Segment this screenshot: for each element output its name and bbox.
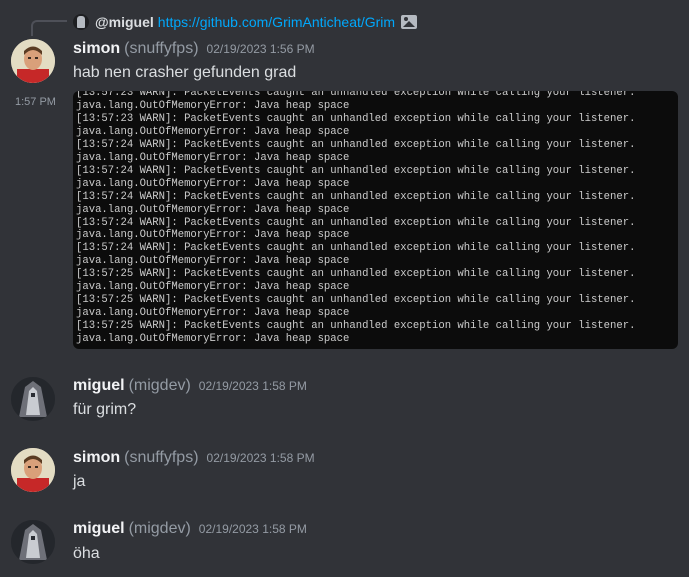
console-log: [13:57:23 WARN]: PacketEvents caught an … xyxy=(76,91,635,346)
author-name[interactable]: miguel xyxy=(73,520,125,538)
author-name[interactable]: miguel xyxy=(73,377,125,395)
reply-author[interactable]: @miguel xyxy=(95,14,154,30)
message-text: öha xyxy=(73,545,100,562)
console-line: [13:57:23 WARN]: PacketEvents caught an … xyxy=(76,91,636,99)
author-handle: (snuffyfps) xyxy=(124,40,199,57)
message-timestamp[interactable]: 02/19/2023 1:58 PM xyxy=(199,522,307,536)
console-line: java.lang.OutOfMemoryError: Java heap sp… xyxy=(76,151,350,164)
console-line: java.lang.OutOfMemoryError: Java heap sp… xyxy=(76,255,350,268)
console-line: [13:57:24 WARN]: PacketEvents caught an … xyxy=(76,138,636,151)
console-line: [13:57:24 WARN]: PacketEvents caught an … xyxy=(76,164,636,177)
avatar-simon-image xyxy=(11,39,55,83)
message-header: miguel (migdev) 02/19/2023 1:58 PM xyxy=(73,520,307,542)
console-line: [13:57:23 WARN]: PacketEvents caught an … xyxy=(76,112,636,125)
avatar-simon[interactable] xyxy=(11,39,55,83)
console-line: java.lang.OutOfMemoryError: Java heap sp… xyxy=(76,99,350,112)
reply-avatar[interactable] xyxy=(73,14,89,30)
console-screenshot-attachment[interactable]: [13:57:23 WARN]: PacketEvents caught an … xyxy=(73,91,678,349)
avatar-simon[interactable] xyxy=(11,448,55,492)
console-line: java.lang.OutOfMemoryError: Java heap sp… xyxy=(76,203,350,216)
image-icon xyxy=(401,15,418,29)
message-timestamp[interactable]: 02/19/2023 1:56 PM xyxy=(207,42,315,56)
console-line: java.lang.OutOfMemoryError: Java heap sp… xyxy=(76,125,350,138)
avatar-simon-image xyxy=(11,448,55,492)
reply-link[interactable]: https://github.com/GrimAnticheat/Grim xyxy=(158,14,395,30)
message-header: miguel (migdev) 02/19/2023 1:58 PM xyxy=(73,377,307,399)
console-line: java.lang.OutOfMemoryError: Java heap sp… xyxy=(76,229,350,242)
avatar-miguel[interactable] xyxy=(11,520,55,564)
author-name[interactable]: simon xyxy=(73,449,120,467)
console-line: [13:57:24 WARN]: PacketEvents caught an … xyxy=(76,216,636,229)
message-text: hab nen crasher gefunden grad xyxy=(73,64,297,81)
message-timestamp[interactable]: 02/19/2023 1:58 PM xyxy=(199,379,307,393)
console-line: java.lang.OutOfMemoryError: Java heap sp… xyxy=(76,177,350,190)
author-handle: (snuffyfps) xyxy=(124,449,199,466)
console-line: [13:57:24 WARN]: PacketEvents caught an … xyxy=(76,242,636,255)
message-text: für grim? xyxy=(73,401,137,418)
reply-spine xyxy=(31,20,67,36)
message-header: simon (snuffyfps) 02/19/2023 1:58 PM xyxy=(73,449,315,471)
message-timestamp[interactable]: 02/19/2023 1:58 PM xyxy=(207,451,315,465)
console-line: [13:57:24 WARN]: PacketEvents caught an … xyxy=(76,190,636,203)
console-line: java.lang.OutOfMemoryError: Java heap sp… xyxy=(76,333,350,346)
avatar-miguel-image xyxy=(11,377,55,421)
reply-preview[interactable]: @miguel https://github.com/GrimAnticheat… xyxy=(73,12,418,32)
avatar-miguel-image xyxy=(11,520,55,564)
console-line: [13:57:25 WARN]: PacketEvents caught an … xyxy=(76,268,636,281)
hover-timestamp[interactable]: 1:57 PM xyxy=(15,96,56,108)
console-line: [13:57:25 WARN]: PacketEvents caught an … xyxy=(76,320,636,333)
author-handle: (migdev) xyxy=(128,520,191,537)
console-line: java.lang.OutOfMemoryError: Java heap sp… xyxy=(76,307,350,320)
console-line: java.lang.OutOfMemoryError: Java heap sp… xyxy=(76,281,350,294)
message-text: ja xyxy=(73,473,86,490)
avatar-miguel[interactable] xyxy=(11,377,55,421)
console-line: [13:57:25 WARN]: PacketEvents caught an … xyxy=(76,294,636,307)
message-header: simon (snuffyfps) 02/19/2023 1:56 PM xyxy=(73,40,315,62)
author-name[interactable]: simon xyxy=(73,40,120,58)
author-handle: (migdev) xyxy=(128,377,191,394)
